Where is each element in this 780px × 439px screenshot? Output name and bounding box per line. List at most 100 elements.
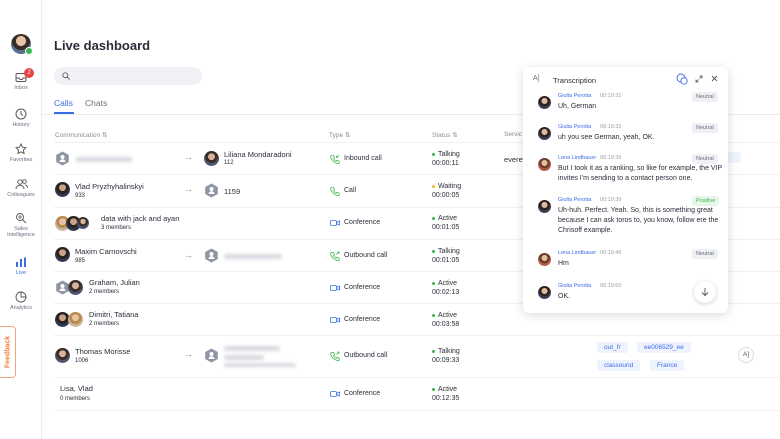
call-type: Conference	[330, 390, 380, 397]
avatar	[55, 182, 70, 197]
redacted-number	[224, 254, 282, 259]
sidebar: 2 Inbox History Favorites Colleagues Sal…	[0, 0, 42, 439]
avatar	[538, 127, 551, 140]
close-icon[interactable]	[711, 75, 718, 82]
search-icon	[62, 72, 70, 80]
service-tag[interactable]: France	[650, 360, 685, 371]
member-count: 0 members	[60, 396, 91, 402]
avatar	[538, 158, 551, 171]
message-text: But I took it as a ranking, so like for …	[558, 165, 723, 183]
sidebar-item-favorites[interactable]: Favorites	[0, 143, 42, 163]
speaker-name: Lena Lindbauer	[558, 155, 597, 161]
avatar	[77, 217, 89, 229]
sidebar-item-label: Analytics	[9, 305, 32, 311]
sidebar-item-label: Live	[15, 270, 27, 276]
caller-name[interactable]: Maxim Carnovschi	[75, 247, 137, 256]
speaker-name: Lena Lindbauer	[558, 250, 597, 256]
member-count: 3 members	[101, 225, 132, 231]
sidebar-item-analytics[interactable]: Analytics	[0, 291, 42, 311]
target-number[interactable]: 1159	[224, 187, 240, 196]
conference-name[interactable]: Lisa, Vlad	[60, 384, 93, 393]
clock-icon	[15, 108, 27, 120]
phone-icon	[330, 187, 340, 196]
speaker-name: Giulia Perotta	[558, 93, 592, 99]
call-status: Waiting 00:00:05	[432, 183, 462, 200]
message-time: 00:19:32	[600, 124, 622, 130]
redacted-number	[224, 355, 264, 360]
avatar	[538, 200, 551, 213]
service-name: evere	[504, 155, 523, 164]
transcription-button[interactable]: A]	[738, 347, 754, 363]
sentiment-badge: Positive	[692, 196, 720, 206]
conference-name[interactable]: Dimitri, Tatiana	[89, 310, 138, 319]
sidebar-item-colleagues[interactable]: Colleagues	[0, 178, 42, 198]
avatar	[204, 151, 219, 166]
tab-chats[interactable]: Chats	[85, 98, 107, 108]
scroll-to-bottom-button[interactable]	[694, 281, 716, 303]
caller-extension: 1006	[75, 358, 89, 364]
arrow-down-icon	[701, 288, 709, 297]
unknown-contact-hex-icon	[205, 248, 218, 263]
online-status-dot	[25, 47, 33, 55]
caller-name[interactable]: Thomas Morisse	[75, 347, 130, 356]
sentiment-badge: Neutral	[692, 249, 718, 259]
message-text: Hm	[558, 260, 569, 267]
column-header-communication[interactable]: Communication ⇅	[55, 131, 107, 139]
service-tag[interactable]: ee006529_ee	[637, 342, 691, 353]
speaker-name: Giulia Perotta	[558, 283, 592, 289]
message-text: Uh, German	[558, 103, 597, 110]
conference-name[interactable]: data with jack and ayan	[101, 214, 179, 223]
caller-extension: 933	[75, 193, 86, 199]
call-type: Inbound call	[330, 154, 382, 164]
column-header-service[interactable]: Servic	[504, 131, 522, 138]
call-type: Conference	[330, 316, 380, 323]
sidebar-item-inbox[interactable]: 2 Inbox	[0, 68, 42, 91]
feedback-tab[interactable]: Feedback	[0, 326, 16, 378]
redacted-name	[224, 346, 280, 351]
message-time: 00:19:46	[600, 250, 622, 256]
caller-name[interactable]: Vlad Pryzhyhalinskyi	[75, 182, 144, 191]
column-header-status[interactable]: Status ⇅	[432, 131, 458, 139]
user-avatar[interactable]	[11, 34, 33, 55]
sentiment-badge: Neutral	[692, 123, 718, 133]
sidebar-item-label: Sales Intelligence	[7, 226, 35, 239]
message-time: 00:19:36	[600, 155, 622, 161]
redacted-detail	[224, 363, 296, 367]
column-header-type[interactable]: Type ⇅	[329, 131, 350, 139]
call-status: Talking 00:00:11	[432, 151, 460, 168]
sidebar-item-history[interactable]: History	[0, 108, 42, 128]
member-count: 2 members	[89, 289, 120, 295]
inbox-badge: 2	[24, 68, 34, 78]
service-tag[interactable]: classound	[597, 360, 641, 371]
avatar	[538, 96, 551, 109]
avatar	[538, 253, 551, 266]
outbound-call-icon	[330, 351, 340, 361]
message-text: uh you see German, yeah, OK.	[558, 134, 655, 141]
target-name[interactable]: Liliana Mondaradoni	[224, 150, 292, 159]
expand-icon[interactable]	[695, 75, 703, 83]
video-icon	[330, 220, 340, 226]
conference-name[interactable]: Graham, Julian	[89, 278, 140, 287]
sidebar-item-live[interactable]: Live	[0, 257, 42, 276]
call-status: Active 00:12:35	[432, 386, 460, 403]
speaker-name: Giulia Perotta	[558, 197, 592, 203]
avatar	[55, 348, 70, 363]
message-text: Uh-huh. Perfect. Yeah. So, this is somet…	[558, 207, 719, 235]
redacted-name	[76, 157, 132, 162]
inbound-call-icon	[330, 154, 340, 164]
search-input[interactable]	[54, 67, 202, 85]
feedback-label: Feedback	[4, 335, 11, 369]
sentiment-badge: Neutral	[692, 92, 718, 102]
ai-icon: A]	[533, 75, 540, 82]
sidebar-item-sales-intelligence[interactable]: Sales Intelligence	[0, 212, 42, 238]
arrow-right-icon: →	[184, 184, 193, 194]
people-icon	[15, 179, 28, 190]
page-title: Live dashboard	[54, 38, 151, 53]
call-status: Active 00:01:05	[432, 215, 460, 232]
translate-icon[interactable]	[676, 73, 688, 85]
call-type: Outbound call	[330, 351, 387, 361]
call-type: Conference	[330, 219, 380, 226]
service-tag[interactable]: out_fr	[597, 342, 628, 353]
transcription-panel: A] Transcription Giulia Perotta 00:19:31…	[523, 67, 728, 313]
tab-calls[interactable]: Calls	[54, 98, 73, 108]
